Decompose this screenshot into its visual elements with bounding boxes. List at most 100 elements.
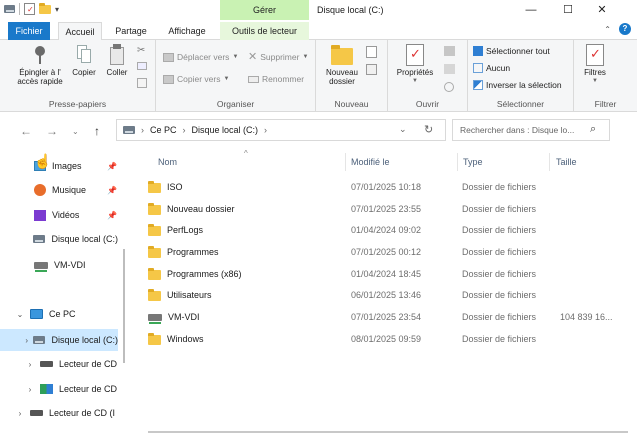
- nav-item-cd-drive-2[interactable]: › Lecteur de CD: [0, 378, 118, 400]
- invert-selection-button[interactable]: Inverser la sélection: [473, 78, 562, 92]
- tab-drive-tools[interactable]: Outils de lecteur: [220, 22, 309, 40]
- new-folder-icon: [331, 44, 353, 66]
- toolbar-divider: [19, 3, 20, 15]
- nav-item-this-pc[interactable]: ⌄ Ce PC: [0, 303, 118, 325]
- properties-button[interactable]: ✓ Propriétés ▼: [392, 44, 438, 86]
- tab-manage[interactable]: Gérer: [220, 0, 309, 20]
- open-icon[interactable]: [444, 46, 455, 56]
- column-divider[interactable]: [549, 153, 550, 171]
- pin-icon: [32, 44, 48, 66]
- table-row[interactable]: VM-VDI 07/01/2025 23:54 Dossier de fichi…: [140, 307, 637, 328]
- copy-path-icon[interactable]: [137, 62, 147, 70]
- properties-quick-icon[interactable]: ✓: [24, 3, 35, 15]
- chevron-down-icon[interactable]: ⌄: [14, 310, 26, 319]
- file-name: Windows: [167, 334, 204, 344]
- refresh-icon[interactable]: ↻: [424, 123, 433, 136]
- breadcrumb-local-disk[interactable]: Disque local (C:): [192, 120, 259, 140]
- nav-item-cd-drive-3[interactable]: › Lecteur de CD (I: [0, 402, 118, 424]
- chevron-down-icon: ▼: [223, 76, 230, 82]
- select-all-icon: [473, 46, 483, 56]
- pin-icon[interactable]: 📌: [107, 186, 117, 195]
- copy-button[interactable]: Copier: [68, 44, 100, 77]
- copy-to-button[interactable]: Copier vers ▼: [163, 72, 229, 86]
- new-folder-quick-icon[interactable]: [39, 2, 51, 14]
- nav-item-vm-vdi[interactable]: VM-VDI: [0, 254, 118, 276]
- help-icon[interactable]: ?: [619, 23, 631, 35]
- horizontal-scrollbar[interactable]: [148, 431, 628, 433]
- nav-item-images[interactable]: Images 📌: [0, 155, 118, 177]
- column-divider[interactable]: [345, 153, 346, 171]
- breadcrumb-chevron-icon: ›: [264, 125, 268, 135]
- paste-shortcut-icon[interactable]: [137, 78, 147, 88]
- table-row[interactable]: Programmes 07/01/2025 00:12 Dossier de f…: [140, 242, 637, 263]
- new-folder-label: Nouveau dossier: [325, 68, 359, 86]
- column-header-name[interactable]: Nom: [158, 157, 177, 167]
- history-icon[interactable]: [444, 82, 454, 92]
- table-row[interactable]: Programmes (x86) 01/04/2024 18:45 Dossie…: [140, 264, 637, 285]
- table-row[interactable]: Utilisateurs 06/01/2025 13:46 Dossier de…: [140, 285, 637, 306]
- recent-locations-icon[interactable]: ⌄: [72, 127, 79, 136]
- breadcrumb-this-pc[interactable]: Ce PC: [150, 120, 177, 140]
- up-arrow-icon[interactable]: ↑: [94, 124, 100, 138]
- rename-button[interactable]: Renommer: [248, 72, 304, 86]
- rename-label: Renommer: [262, 74, 305, 84]
- rename-icon: [248, 75, 259, 83]
- nav-item-local-disk-quick[interactable]: Disque local (C:): [0, 228, 118, 250]
- filters-button[interactable]: ✓ Filtres ▼: [580, 44, 610, 86]
- column-header-type[interactable]: Type: [463, 157, 483, 167]
- nav-item-music[interactable]: Musique 📌: [0, 179, 118, 201]
- table-row[interactable]: Nouveau dossier 07/01/2025 23:55 Dossier…: [140, 199, 637, 220]
- customize-toolbar-icon[interactable]: ▾: [55, 5, 59, 14]
- cut-icon[interactable]: ✂: [137, 45, 145, 56]
- minimize-button[interactable]: —: [517, 0, 545, 20]
- filters-label: Filtres: [584, 68, 606, 77]
- nav-item-videos[interactable]: Vidéos 📌: [0, 204, 118, 226]
- nav-pane-scrollbar[interactable]: [123, 249, 125, 363]
- drive-icon: [33, 235, 46, 243]
- nav-item-cd-drive-1[interactable]: › Lecteur de CD: [0, 353, 118, 375]
- pin-icon[interactable]: 📌: [107, 162, 117, 171]
- column-header-size[interactable]: Taille: [556, 157, 577, 167]
- address-bar[interactable]: › Ce PC › Disque local (C:) › ⌄ ↻: [116, 119, 446, 141]
- move-to-label: Déplacer vers: [177, 52, 230, 62]
- column-header-modified[interactable]: Modifié le: [351, 157, 390, 167]
- chevron-down-icon: ▼: [412, 78, 418, 84]
- address-dropdown-icon[interactable]: ⌄: [399, 124, 407, 135]
- chevron-right-icon[interactable]: ›: [24, 336, 29, 345]
- search-icon[interactable]: ⌕: [590, 123, 596, 136]
- maximize-button[interactable]: ☐: [554, 0, 582, 20]
- chevron-right-icon[interactable]: ›: [14, 409, 26, 418]
- back-arrow-icon[interactable]: ←: [20, 124, 32, 138]
- collapse-ribbon-icon[interactable]: ⌃: [604, 25, 611, 34]
- tab-share[interactable]: Partage: [111, 22, 151, 40]
- edit-icon[interactable]: [444, 64, 455, 74]
- new-item-icon[interactable]: [366, 46, 377, 58]
- table-row[interactable]: ISO 07/01/2025 10:18 Dossier de fichiers: [140, 177, 637, 198]
- move-to-button[interactable]: Déplacer vers ▼: [163, 50, 238, 64]
- chevron-right-icon[interactable]: ›: [24, 360, 36, 369]
- new-folder-button[interactable]: Nouveau dossier: [322, 44, 362, 86]
- easy-access-icon[interactable]: [366, 64, 377, 75]
- chevron-right-icon[interactable]: ›: [24, 385, 36, 394]
- pin-icon[interactable]: 📌: [107, 211, 117, 220]
- breadcrumb-chevron-icon: ›: [141, 125, 144, 135]
- select-none-button[interactable]: Aucun: [473, 61, 510, 75]
- select-all-button[interactable]: Sélectionner tout: [473, 44, 550, 58]
- tab-file[interactable]: Fichier: [8, 22, 50, 40]
- filter-group: ✓ Filtres ▼ Filtrer: [574, 40, 637, 112]
- delete-button[interactable]: ✕ Supprimer ▼: [248, 50, 308, 64]
- table-row[interactable]: Windows 08/01/2025 09:59 Dossier de fich…: [140, 329, 637, 350]
- pin-quick-access-button[interactable]: Épingler à l' accès rapide: [12, 44, 68, 86]
- forward-arrow-icon[interactable]: →: [46, 124, 58, 138]
- column-divider[interactable]: [457, 153, 458, 171]
- paste-button[interactable]: Coller: [102, 44, 132, 77]
- network-drive-icon: [34, 261, 48, 272]
- nav-item-local-disk[interactable]: › Disque local (C:): [0, 329, 118, 351]
- tab-home[interactable]: Accueil: [58, 22, 102, 41]
- close-button[interactable]: ✕: [588, 0, 616, 20]
- search-box[interactable]: Rechercher dans : Disque lo... ⌕: [452, 119, 610, 141]
- tab-view[interactable]: Affichage: [162, 22, 212, 40]
- table-row[interactable]: PerfLogs 01/04/2024 09:02 Dossier de fic…: [140, 220, 637, 241]
- folder-icon: [148, 180, 161, 193]
- search-input[interactable]: Rechercher dans : Disque lo...: [460, 120, 574, 140]
